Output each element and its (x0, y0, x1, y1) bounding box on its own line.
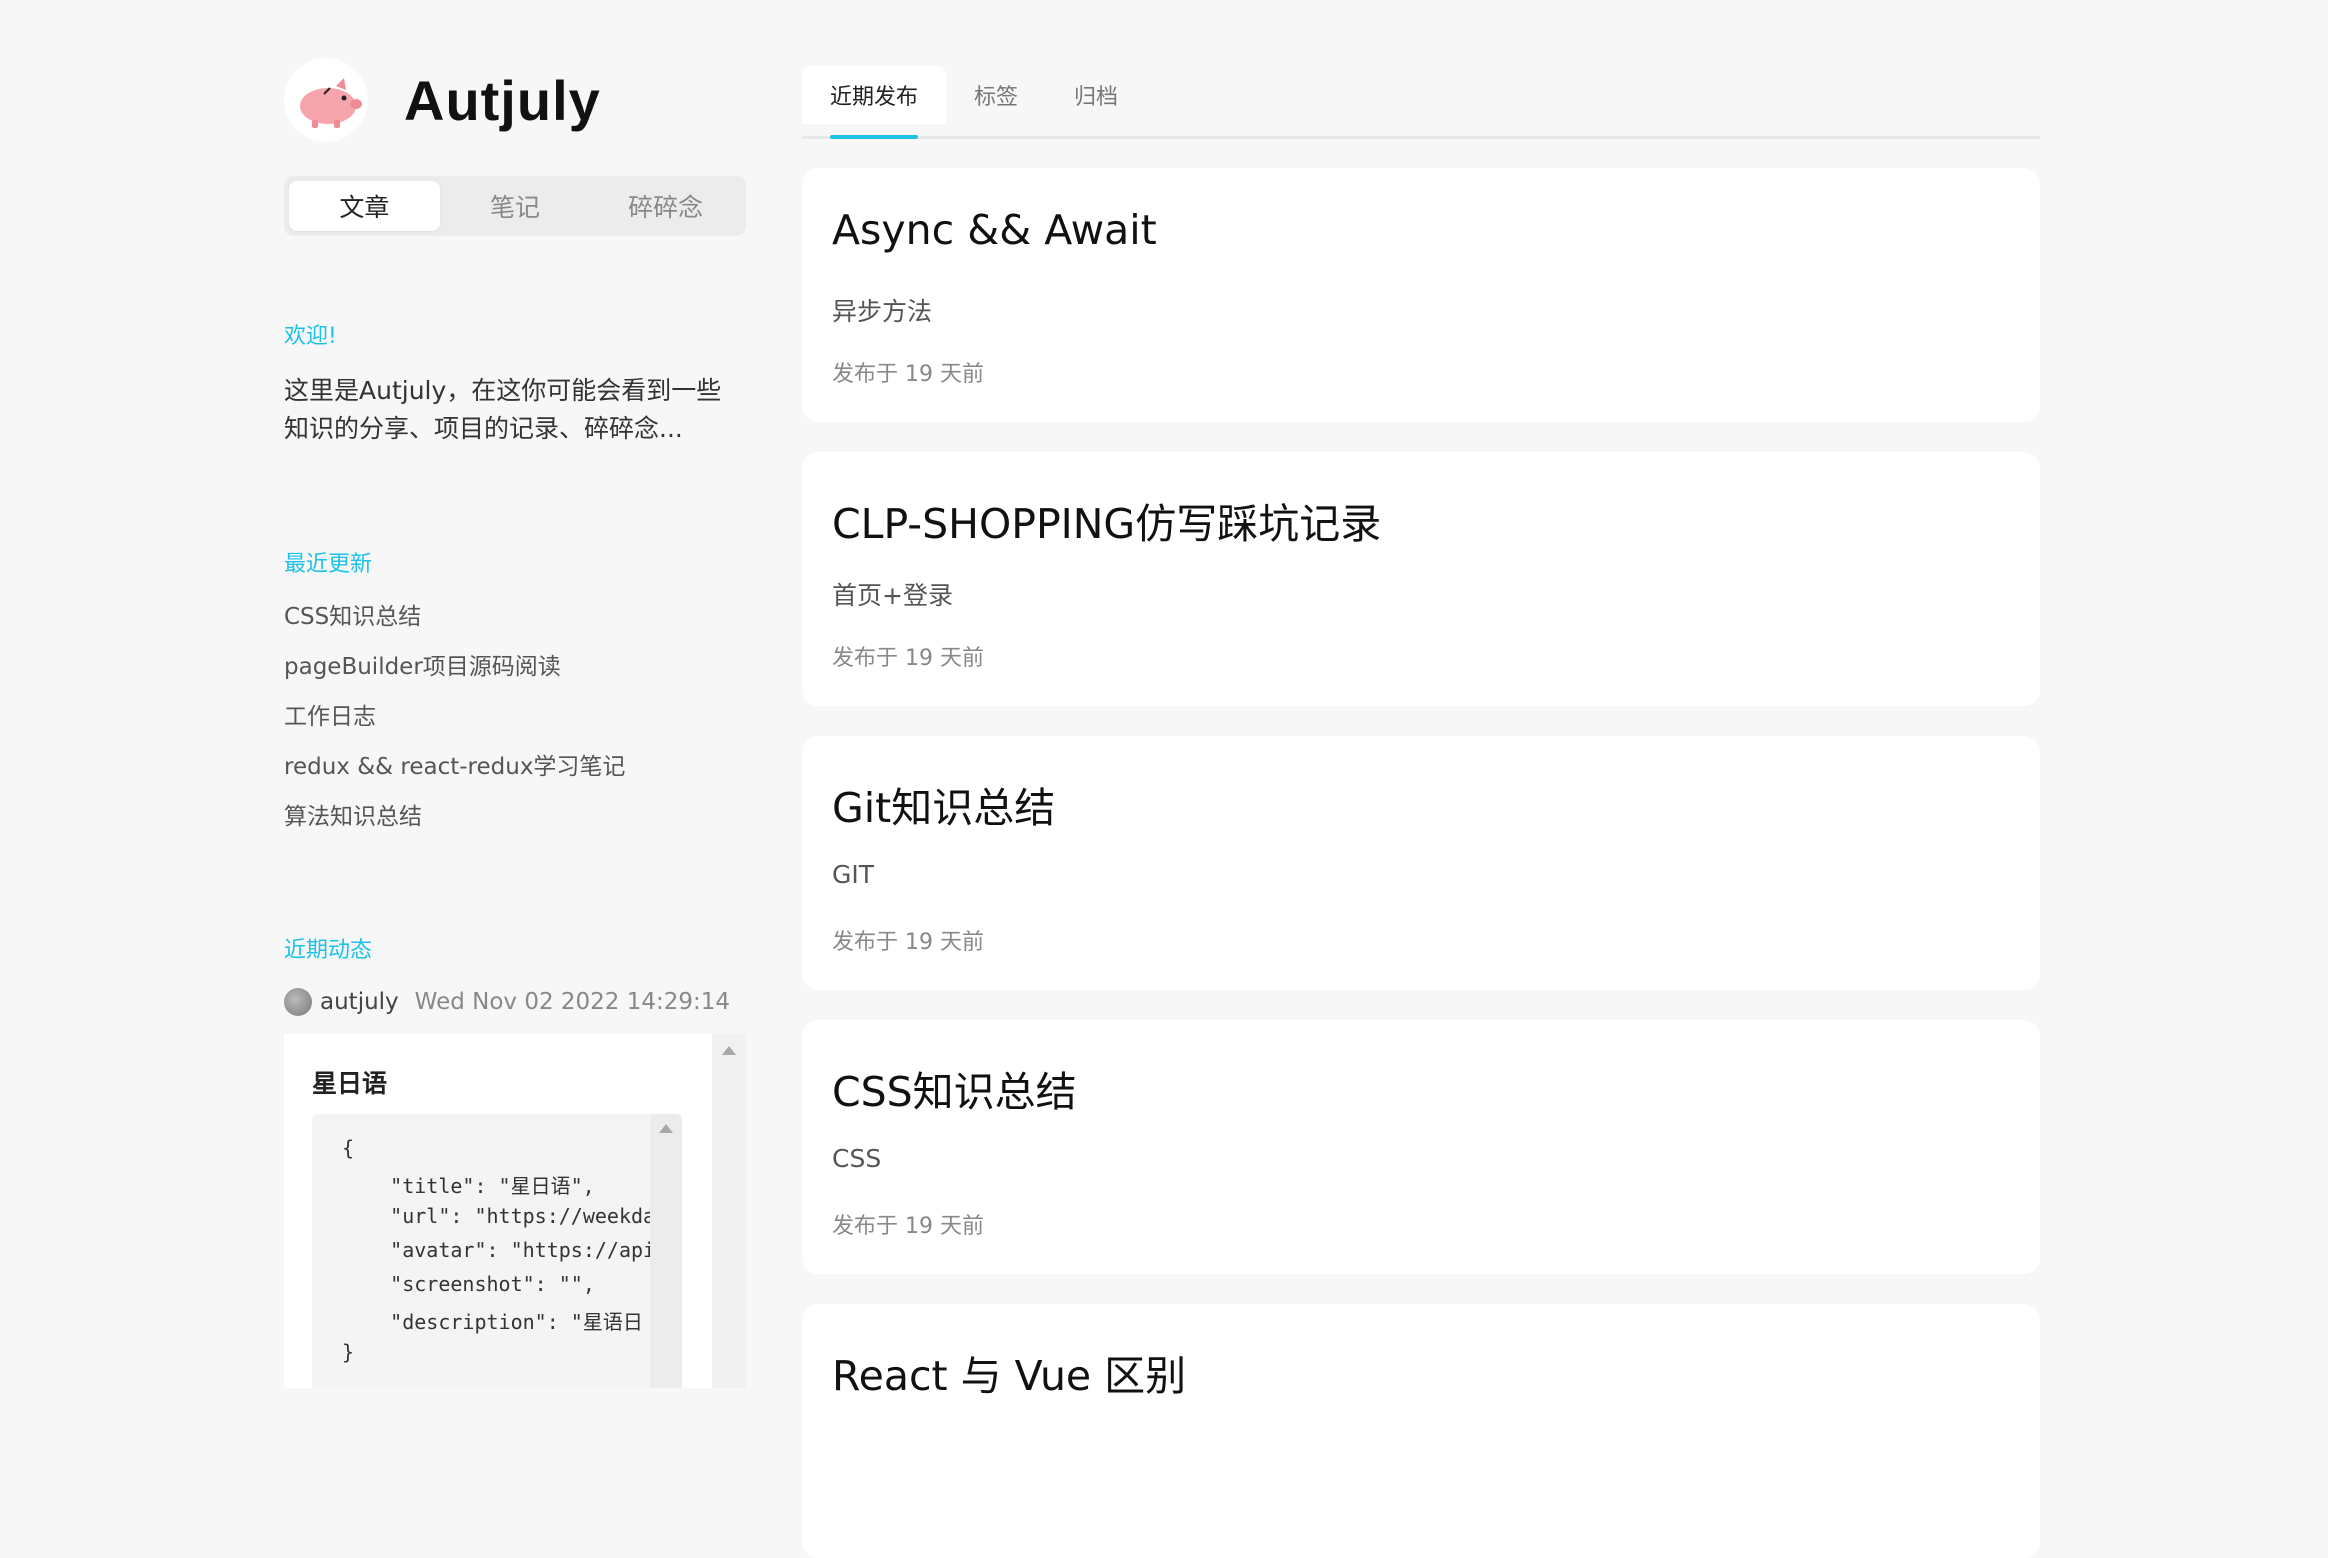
recent-updates-list: CSS知识总结 pageBuilder项目源码阅读 工作日志 redux && … (284, 598, 746, 848)
code-line: "description": "星语日 (342, 1310, 643, 1334)
site-title[interactable]: Autjuly (404, 68, 601, 133)
scroll-up-arrow-icon[interactable] (722, 1046, 736, 1055)
code-scrollbar[interactable] (650, 1114, 682, 1388)
code-line: "title": "星日语", (342, 1174, 595, 1198)
post-date: 发布于 19 天前 (832, 930, 984, 955)
activity-time: Wed Nov 02 2022 14:29:14 (414, 989, 731, 1015)
segment-thoughts[interactable]: 碎碎念 (590, 181, 741, 231)
tab-tags[interactable]: 标签 (946, 66, 1046, 124)
code-line: "screenshot": "", (342, 1272, 595, 1296)
activity-card: 星日语 { "title": "星日语", "url": "https://we… (284, 1034, 746, 1388)
code-block: { "title": "星日语", "url": "https://weekda… (312, 1114, 682, 1388)
recent-activity-title: 近期动态 (284, 938, 373, 963)
post-title[interactable]: CLP-SHOPPING仿写踩坑记录 (832, 490, 1381, 550)
post-title[interactable]: Git知识总结 (832, 774, 1055, 834)
post-title[interactable]: React 与 Vue 区别 (832, 1342, 1186, 1402)
sidebar: Autjuly 文章 笔记 碎碎念 欢迎! 这里是Autjuly，在这你可能会看… (284, 58, 746, 1388)
post-description: GIT (832, 860, 875, 889)
code-line: { (342, 1136, 355, 1160)
recent-updates-title: 最近更新 (284, 552, 373, 577)
segment-articles[interactable]: 文章 (289, 181, 440, 231)
post-card[interactable]: React 与 Vue 区别 (802, 1304, 2040, 1558)
recent-item[interactable]: 算法知识总结 (284, 798, 746, 848)
activity-card-title: 星日语 (312, 1069, 388, 1098)
main-content: 近期发布 标签 归档 Async && Await 异步方法 发布于 19 天前… (802, 66, 2040, 1558)
content-type-switch: 文章 笔记 碎碎念 (284, 176, 746, 236)
post-title[interactable]: Async && Await (832, 206, 1157, 254)
code-line: } (342, 1340, 355, 1364)
user-avatar[interactable] (284, 988, 312, 1016)
post-description: 异步方法 (832, 297, 933, 326)
tab-archive[interactable]: 归档 (1046, 66, 1146, 124)
post-card[interactable]: Async && Await 异步方法 发布于 19 天前 (802, 168, 2040, 422)
code-line: "url": "https://weekda (342, 1204, 652, 1228)
recent-item[interactable]: 工作日志 (284, 698, 746, 748)
recent-item[interactable]: pageBuilder项目源码阅读 (284, 648, 746, 698)
post-title[interactable]: CSS知识总结 (832, 1058, 1077, 1118)
post-card[interactable]: Git知识总结 GIT 发布于 19 天前 (802, 736, 2040, 990)
post-description: 首页+登录 (832, 581, 953, 610)
code-line: "avatar": "https://api (342, 1238, 652, 1262)
recent-item[interactable]: CSS知识总结 (284, 598, 746, 648)
post-card[interactable]: CSS知识总结 CSS 发布于 19 天前 (802, 1020, 2040, 1274)
activity-username[interactable]: autjuly (320, 989, 399, 1015)
post-date: 发布于 19 天前 (832, 646, 984, 671)
brand: Autjuly (284, 58, 746, 142)
welcome-text: 这里是Autjuly，在这你可能会看到一些知识的分享、项目的记录、碎碎念... (284, 376, 722, 443)
recent-item[interactable]: redux && react-redux学习笔记 (284, 748, 746, 798)
post-description: CSS (832, 1144, 882, 1173)
scroll-up-arrow-icon[interactable] (659, 1124, 673, 1133)
activity-header: autjuly Wed Nov 02 2022 14:29:14 (284, 984, 746, 1020)
post-tabs: 近期发布 标签 归档 (802, 66, 2040, 139)
segment-notes[interactable]: 笔记 (440, 181, 591, 231)
post-date: 发布于 19 天前 (832, 1214, 984, 1239)
pig-logo-icon[interactable] (284, 58, 368, 142)
welcome-title: 欢迎! (284, 324, 337, 349)
tab-recent[interactable]: 近期发布 (802, 66, 947, 139)
activity-scrollbar[interactable] (712, 1034, 746, 1388)
post-card[interactable]: CLP-SHOPPING仿写踩坑记录 首页+登录 发布于 19 天前 (802, 452, 2040, 706)
post-date: 发布于 19 天前 (832, 362, 984, 387)
